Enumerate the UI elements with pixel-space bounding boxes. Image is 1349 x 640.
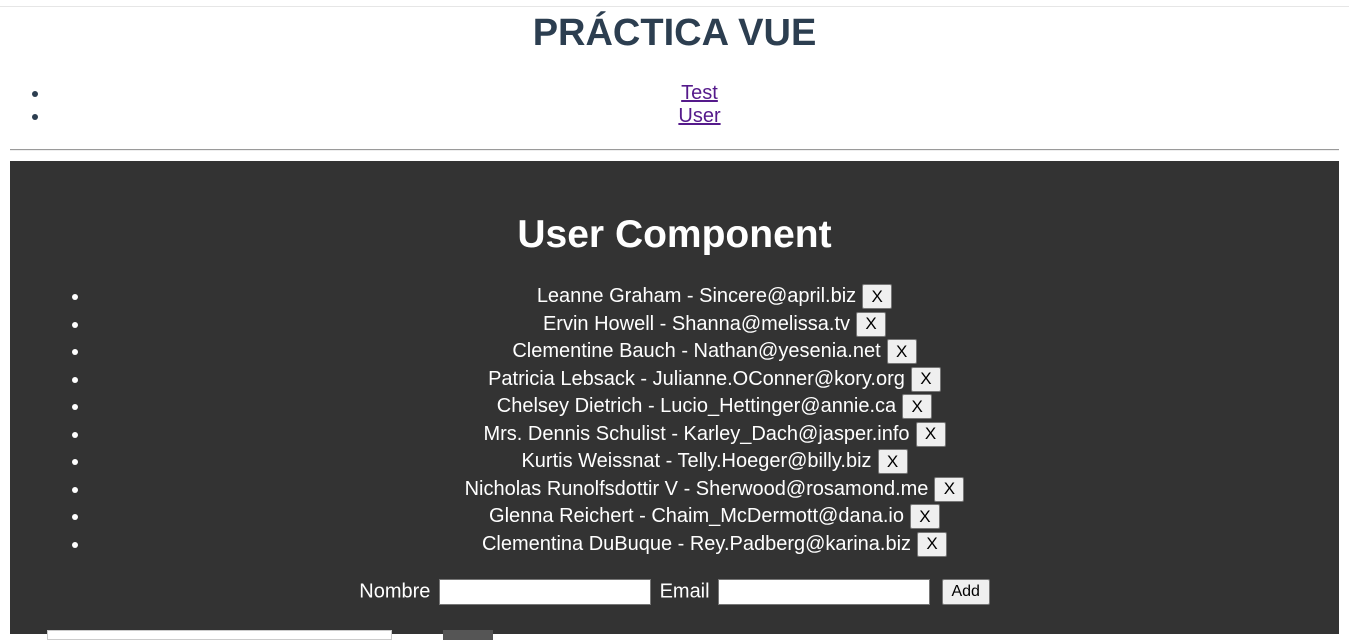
user-component-heading: User Component (517, 213, 832, 256)
user-list-item: Ervin Howell - Shanna@melissa.tvX (90, 311, 1339, 339)
nav-link-user[interactable]: User (678, 105, 720, 127)
user-entry-text: Ervin Howell - Shanna@melissa.tv (542, 312, 851, 335)
delete-user-button[interactable]: X (886, 339, 917, 365)
page-title: PRÁCTICA VUE (532, 12, 817, 54)
user-entry-text: Patricia Lebsack - Julianne.OConner@kory… (488, 367, 905, 390)
nav-link-test[interactable]: Test (681, 82, 718, 104)
user-component-panel: User Component Leanne Graham - Sincere@a… (10, 161, 1339, 640)
nav-list: Test User (0, 82, 1349, 128)
user-list-item: Clementine Bauch - Nathan@yesenia.netX (90, 338, 1339, 366)
user-entry-text: Nicholas Runolfsdottir V - Sherwood@rosa… (464, 477, 929, 500)
user-entry-text: Glenna Reichert - Chaim_McDermott@dana.i… (489, 505, 904, 527)
name-label: Nombre (359, 580, 431, 603)
email-input[interactable] (718, 579, 931, 605)
partial-input-field[interactable] (47, 630, 392, 640)
delete-user-button[interactable]: X (909, 504, 940, 530)
delete-user-button[interactable]: X (856, 311, 887, 337)
user-entry-text: Kurtis Weissnat - Telly.Hoeger@billy.biz (521, 450, 872, 472)
nav-divider (10, 149, 1339, 151)
delete-user-button[interactable]: X (902, 394, 933, 420)
user-list-item: Kurtis Weissnat - Telly.Hoeger@billy.biz… (90, 448, 1339, 476)
user-list-item: Clementina DuBuque - Rey.Padberg@karina.… (90, 531, 1339, 559)
user-list-item: Mrs. Dennis Schulist - Karley_Dach@jaspe… (90, 421, 1339, 449)
user-list-item: Glenna Reichert - Chaim_McDermott@dana.i… (90, 503, 1339, 531)
user-entry-text: Mrs. Dennis Schulist - Karley_Dach@jaspe… (483, 422, 910, 445)
email-label: Email (659, 580, 710, 603)
add-user-form: Nombre Email Add (10, 579, 1339, 609)
user-list-item: Nicholas Runolfsdottir V - Sherwood@rosa… (90, 476, 1339, 504)
user-entry-text: Clementina DuBuque - Rey.Padberg@karina.… (481, 532, 912, 555)
partial-button[interactable] (443, 630, 493, 640)
delete-user-button[interactable]: X (934, 476, 965, 502)
name-input[interactable] (439, 579, 651, 605)
add-user-button[interactable]: Add (941, 579, 990, 605)
delete-user-button[interactable]: X (910, 366, 941, 392)
user-list: Leanne Graham - Sincere@april.bizX Ervin… (10, 283, 1339, 558)
user-list-item: Patricia Lebsack - Julianne.OConner@kory… (90, 366, 1339, 394)
user-list-item: Chelsey Dietrich - Lucio_Hettinger@annie… (90, 393, 1339, 421)
nav-item-user: User (50, 105, 1349, 128)
user-entry-text: Clementine Bauch - Nathan@yesenia.net (512, 340, 881, 362)
nav-item-test: Test (50, 82, 1349, 105)
delete-user-button[interactable]: X (917, 531, 948, 557)
user-list-item: Leanne Graham - Sincere@april.bizX (90, 283, 1339, 311)
user-entry-text: Chelsey Dietrich - Lucio_Hettinger@annie… (496, 395, 897, 417)
delete-user-button[interactable]: X (862, 284, 893, 310)
delete-user-button[interactable]: X (915, 421, 946, 447)
user-entry-text: Leanne Graham - Sincere@april.biz (536, 285, 857, 307)
app-root: PRÁCTICA VUE Test User User Component Le… (0, 0, 1349, 640)
delete-user-button[interactable]: X (877, 449, 908, 475)
